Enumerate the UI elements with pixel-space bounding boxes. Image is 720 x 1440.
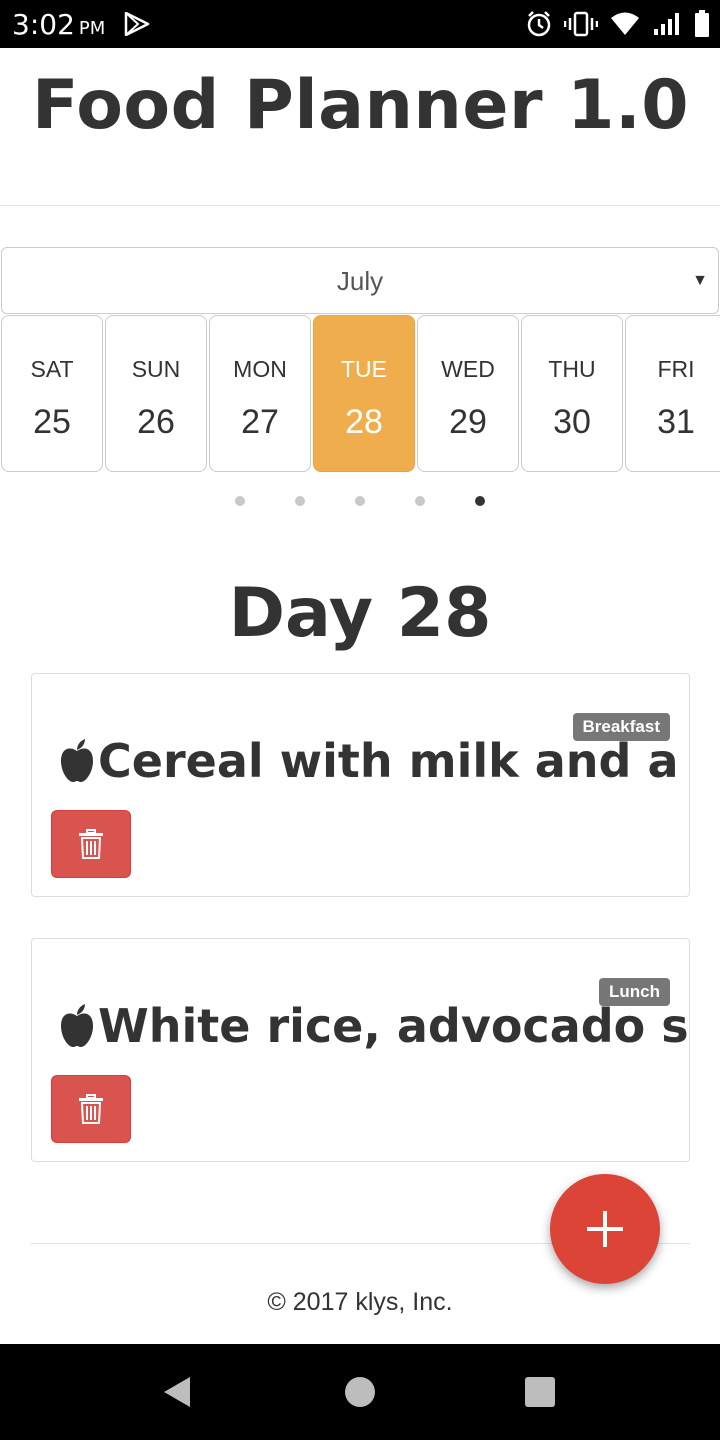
day-name: WED — [441, 356, 495, 382]
day-name: FRI — [657, 356, 695, 382]
status-icons — [526, 10, 710, 38]
pager-dot[interactable] — [355, 496, 365, 506]
day-card-mon[interactable]: MON 27 — [209, 315, 311, 472]
meal-card-lunch: Lunch White rice, advocado salad a — [31, 938, 690, 1162]
day-number: 29 — [449, 403, 487, 441]
day-card-sat[interactable]: SAT 25 — [1, 315, 103, 472]
day-card-sun[interactable]: SUN 26 — [105, 315, 207, 472]
alarm-icon — [527, 11, 551, 37]
pager-dot-active[interactable] — [475, 496, 485, 506]
signal-icon — [654, 13, 679, 35]
page-title: Food Planner 1.0 — [32, 66, 690, 145]
day-name: THU — [548, 356, 596, 382]
delete-meal-button[interactable] — [51, 1075, 131, 1143]
pager-dot[interactable] — [415, 496, 425, 506]
meal-name: Cereal with milk and a dark — [98, 734, 689, 788]
meal-name: White rice, advocado salad a — [98, 999, 689, 1053]
pager-dot[interactable] — [235, 496, 245, 506]
status-time: 3:02 PM — [12, 8, 105, 41]
day-carousel[interactable]: SAT 25 SUN 26 MON 27 TUE 28 WED 29 THU 3… — [0, 315, 720, 473]
status-time-ampm: PM — [78, 18, 106, 39]
header-divider — [0, 205, 720, 206]
battery-icon — [695, 10, 709, 37]
day-number: 31 — [657, 403, 695, 441]
day-card-tue[interactable]: TUE 28 — [313, 315, 415, 472]
day-number: 27 — [241, 403, 279, 441]
meal-card-breakfast: Breakfast Cereal with milk and a dark — [31, 673, 690, 897]
apple-icon — [61, 739, 93, 782]
day-name: SUN — [131, 356, 181, 382]
meal-line: Cereal with milk and a dark — [58, 734, 689, 788]
day-heading: Day 28 — [228, 574, 492, 653]
play-store-icon — [124, 12, 150, 36]
apple-icon — [61, 1004, 93, 1047]
pager-dot[interactable] — [295, 496, 305, 506]
trash-icon — [79, 829, 103, 859]
vibrate-icon — [564, 11, 598, 37]
status-time-value: 3:02 — [12, 8, 75, 41]
plus-icon — [587, 1211, 623, 1247]
day-card-wed[interactable]: WED 29 — [417, 315, 519, 472]
day-number: 26 — [137, 403, 175, 441]
month-select[interactable]: July ▼ — [1, 247, 719, 314]
day-number: 25 — [33, 403, 71, 441]
status-bar: 3:02 PM — [0, 0, 720, 48]
wifi-icon — [611, 12, 639, 35]
add-meal-button[interactable] — [550, 1174, 660, 1284]
footer-copyright: © 2017 klys, Inc. — [267, 1288, 453, 1316]
day-name: SAT — [30, 356, 74, 382]
day-number: 28 — [345, 403, 383, 441]
day-name: TUE — [341, 356, 387, 382]
day-card-fri[interactable]: FRI 31 — [625, 315, 720, 472]
recent-apps-icon[interactable] — [525, 1377, 555, 1407]
day-name: MON — [233, 356, 287, 382]
back-icon[interactable] — [162, 1376, 192, 1408]
trash-icon — [79, 1094, 103, 1124]
month-select-value: July — [336, 266, 384, 296]
home-icon[interactable] — [345, 1377, 375, 1407]
caret-down-icon: ▼ — [692, 272, 708, 289]
delete-meal-button[interactable] — [51, 810, 131, 878]
day-number: 30 — [553, 403, 591, 441]
system-nav-bar — [0, 1344, 720, 1440]
day-card-thu[interactable]: THU 30 — [521, 315, 623, 472]
carousel-pager — [0, 496, 720, 508]
meal-line: White rice, advocado salad a — [58, 999, 689, 1053]
